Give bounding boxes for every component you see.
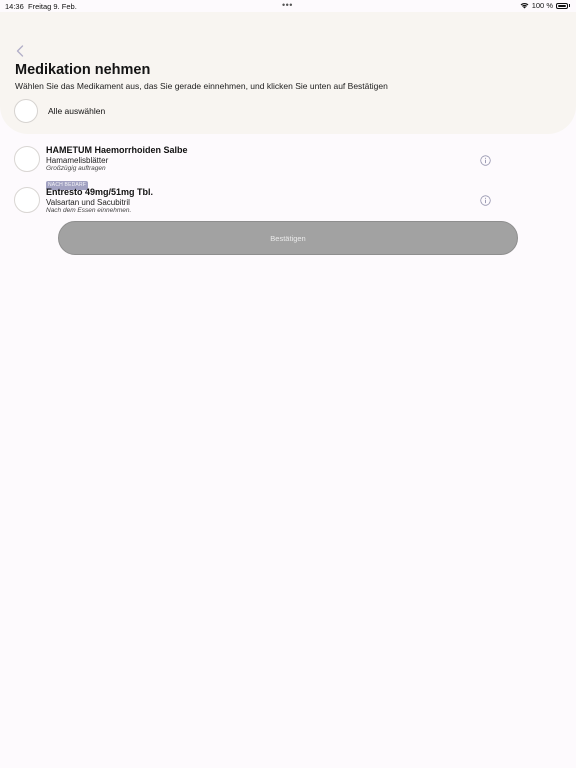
medication-name: Entresto 49mg/51mg Tbl. [46,187,154,197]
medication-ingredient: Valsartan und Sacubitril [46,198,130,207]
select-all-checkbox[interactable] [14,99,38,123]
medication-text: Entresto 49mg/51mg Tbl. Valsartan und Sa… [46,187,153,215]
back-button[interactable] [12,42,28,60]
medication-text: HAMETUM Haemorrhoiden Salbe Hamamelisblä… [46,145,188,191]
select-all-label: Alle auswählen [48,106,106,116]
confirm-button[interactable]: Bestätigen [58,221,518,255]
status-indicators: 100 % [520,1,570,10]
medication-ingredient: Hamamelisblätter [46,156,109,165]
info-icon[interactable] [480,155,491,166]
medication-name: HAMETUM Haemorrhoiden Salbe [46,145,188,155]
medication-checkbox[interactable] [14,187,40,213]
status-bar: 14:36 Freitag 9. Feb. ••• 100 % [0,0,576,12]
multitasking-dots-icon[interactable]: ••• [282,1,293,10]
medication-item[interactable]: Entresto 49mg/51mg Tbl. Valsartan und Sa… [14,187,494,215]
medication-note: Nach dem Essen einnehmen. [46,207,132,214]
chevron-left-icon [16,45,24,57]
info-icon[interactable] [480,195,491,206]
header-panel: Medikation nehmen Wählen Sie das Medikam… [0,12,576,134]
page-title: Medikation nehmen [15,62,151,78]
select-all-toggle[interactable]: Alle auswählen [14,99,105,123]
battery-icon [556,2,568,9]
status-time: 14:36 [5,2,24,11]
status-date: Freitag 9. Feb. [28,2,77,11]
battery-cap [569,4,570,7]
medication-checkbox[interactable] [14,146,40,172]
wifi-icon [520,2,529,9]
medication-item[interactable]: HAMETUM Haemorrhoiden Salbe Hamamelisblä… [14,145,494,190]
medication-note: Großzügig auftragen [46,165,106,172]
page-subtitle: Wählen Sie das Medikament aus, das Sie g… [15,81,388,91]
battery-percent: 100 % [531,1,553,10]
